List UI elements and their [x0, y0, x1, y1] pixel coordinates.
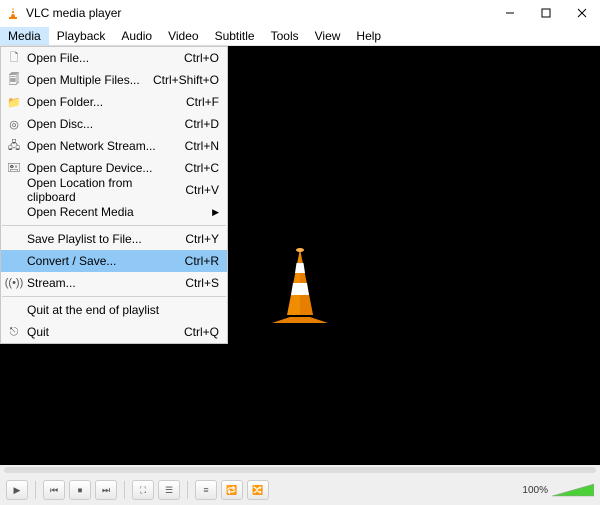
media-menu-dropdown: 🗋 Open File... Ctrl+O 🗐 Open Multiple Files.… [0, 46, 228, 344]
menu-item-label: Quit at the end of playlist [27, 303, 219, 317]
close-button[interactable] [564, 0, 600, 26]
blank-icon [5, 204, 23, 220]
menu-item-shortcut: Ctrl+N [185, 139, 219, 153]
volume-control: 100% [522, 482, 594, 498]
seek-slider[interactable] [4, 467, 596, 473]
vlc-cone-icon [6, 6, 20, 20]
menu-item-convert-save[interactable]: Convert / Save... Ctrl+R [1, 250, 227, 272]
separator [35, 481, 36, 499]
stream-icon: ((•)) [5, 275, 23, 291]
menu-item-label: Open Folder... [27, 95, 176, 109]
separator [124, 481, 125, 499]
blank-icon [5, 182, 23, 198]
blank-icon [5, 302, 23, 318]
menu-item-label: Open Multiple Files... [27, 73, 143, 87]
menu-item-label: Open Recent Media [27, 205, 202, 219]
menu-item-label: Open File... [27, 51, 174, 65]
menu-item-label: Open Network Stream... [27, 139, 175, 153]
menu-item-shortcut: Ctrl+F [186, 95, 219, 109]
menu-item-open-file[interactable]: 🗋 Open File... Ctrl+O [1, 47, 227, 69]
play-button[interactable]: ▶ [6, 480, 28, 500]
menu-item-shortcut: Ctrl+S [185, 276, 219, 290]
maximize-button[interactable] [528, 0, 564, 26]
volume-slider[interactable] [552, 482, 594, 498]
menu-item-label: Stream... [27, 276, 175, 290]
menu-item-label: Quit [27, 325, 174, 339]
menu-item-open-network-stream[interactable]: 🖧 Open Network Stream... Ctrl+N [1, 135, 227, 157]
menu-item-label: Save Playlist to File... [27, 232, 175, 246]
menu-item-shortcut: Ctrl+R [185, 254, 219, 268]
menu-video[interactable]: Video [160, 27, 206, 45]
menu-item-shortcut: Ctrl+Y [185, 232, 219, 246]
stop-button[interactable]: ⏹ [69, 480, 91, 500]
menu-help[interactable]: Help [348, 27, 389, 45]
quit-icon: ⎋ [5, 324, 23, 340]
menu-separator [2, 296, 226, 297]
prev-button[interactable]: ⏮ [43, 480, 65, 500]
shuffle-button[interactable]: 🔀 [247, 480, 269, 500]
menu-separator [2, 225, 226, 226]
loop-button[interactable]: 🔁 [221, 480, 243, 500]
menu-media[interactable]: Media [0, 27, 49, 45]
window-title: VLC media player [26, 6, 121, 20]
disc-icon: ◎ [5, 116, 23, 132]
submenu-arrow-icon: ▶ [212, 207, 219, 218]
fullscreen-button[interactable]: ⛶ [132, 480, 154, 500]
menu-item-label: Convert / Save... [27, 254, 175, 268]
menu-item-shortcut: Ctrl+D [185, 117, 219, 131]
menu-tools[interactable]: Tools [263, 27, 307, 45]
blank-icon [5, 253, 23, 269]
menu-item-label: Open Disc... [27, 117, 175, 131]
volume-label: 100% [522, 485, 548, 496]
menu-subtitle[interactable]: Subtitle [207, 27, 263, 45]
menu-item-stream[interactable]: ((•)) Stream... Ctrl+S [1, 272, 227, 294]
menu-item-quit-at-the-end-of-playlist[interactable]: Quit at the end of playlist [1, 299, 227, 321]
minimize-button[interactable] [492, 0, 528, 26]
menu-item-open-folder[interactable]: 📁 Open Folder... Ctrl+F [1, 91, 227, 113]
files-icon: 🗐 [5, 72, 23, 88]
menu-item-shortcut: Ctrl+Q [184, 325, 219, 339]
menu-item-label: Open Capture Device... [27, 161, 175, 175]
menu-item-quit[interactable]: ⎋ Quit Ctrl+Q [1, 321, 227, 343]
playlist-button[interactable]: ≡ [195, 480, 217, 500]
window-controls [492, 0, 600, 26]
next-button[interactable]: ⏭ [95, 480, 117, 500]
capture-icon: 🖭 [5, 160, 23, 176]
menu-playback[interactable]: Playback [49, 27, 114, 45]
separator [187, 481, 188, 499]
menu-item-save-playlist-to-file[interactable]: Save Playlist to File... Ctrl+Y [1, 228, 227, 250]
menu-item-shortcut: Ctrl+C [185, 161, 219, 175]
vlc-cone-logo [265, 245, 335, 327]
menubar: MediaPlaybackAudioVideoSubtitleToolsView… [0, 26, 600, 46]
menu-item-open-location-from-clipboard[interactable]: Open Location from clipboard Ctrl+V [1, 179, 227, 201]
menu-audio[interactable]: Audio [113, 27, 160, 45]
menu-item-shortcut: Ctrl+V [185, 183, 219, 197]
titlebar: VLC media player [0, 0, 600, 26]
menu-item-shortcut: Ctrl+O [184, 51, 219, 65]
blank-icon [5, 231, 23, 247]
file-icon: 🗋 [5, 50, 23, 66]
network-icon: 🖧 [5, 138, 23, 154]
playback-controls: ▶ ⏮ ⏹ ⏭ ⛶ ☰ ≡ 🔁 🔀 100% [0, 475, 600, 505]
menu-item-open-multiple-files[interactable]: 🗐 Open Multiple Files... Ctrl+Shift+O [1, 69, 227, 91]
menu-view[interactable]: View [307, 27, 349, 45]
folder-icon: 📁 [5, 94, 23, 110]
menu-item-open-recent-media[interactable]: Open Recent Media ▶ [1, 201, 227, 223]
menu-item-label: Open Location from clipboard [27, 176, 175, 204]
menu-item-shortcut: Ctrl+Shift+O [153, 73, 219, 87]
extended-settings-button[interactable]: ☰ [158, 480, 180, 500]
menu-item-open-disc[interactable]: ◎ Open Disc... Ctrl+D [1, 113, 227, 135]
